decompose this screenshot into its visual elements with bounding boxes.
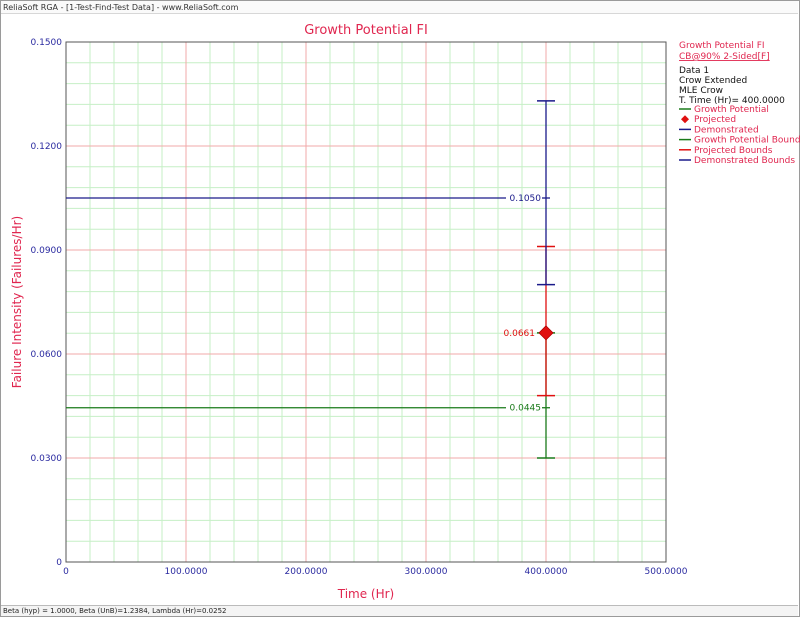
y-tick-label: 0.1500: [31, 38, 63, 48]
y-tick-label: 0: [56, 558, 62, 568]
x-tick-label: 200.0000: [285, 567, 328, 577]
plot-border: [65, 41, 667, 563]
y-tick-label: 0.1200: [31, 142, 63, 152]
legend-item-label: Projected Bounds: [694, 146, 773, 156]
legend-header: Growth Potential FI: [679, 41, 765, 51]
data-label: 0.0445: [510, 404, 542, 414]
x-tick-label: 500.0000: [645, 567, 688, 577]
y-tick-label: 0.0900: [31, 246, 63, 256]
chart-title: Growth Potential FI: [304, 23, 428, 38]
x-tick-label: 300.0000: [405, 567, 448, 577]
legend-item-label: Growth Potential Bounds: [694, 136, 800, 146]
growth-potential-chart: 0 100.0000 200.0000 300.0000 400.0000 500.000…: [10, 23, 800, 601]
chart-grid: [65, 41, 667, 563]
legend-info-model: Crow Extended: [679, 76, 747, 86]
legend-item-label: Demonstrated: [694, 125, 759, 135]
y-tick-label: 0.0300: [31, 454, 63, 464]
chart-axes: 0 100.0000 200.0000 300.0000 400.0000 500.000…: [31, 38, 688, 577]
legend-swatch: [681, 115, 689, 124]
legend-info-dataset: Data 1: [679, 66, 709, 76]
x-tick-label: 400.0000: [525, 567, 568, 577]
legend-confidence: CB@90% 2-Sided[F]: [679, 52, 770, 62]
y-tick-label: 0.0600: [31, 350, 63, 360]
x-tick-label: 100.0000: [165, 567, 208, 577]
x-axis-label: Time (Hr): [337, 587, 395, 601]
legend-item-label: Demonstrated Bounds: [694, 156, 795, 166]
status-bar: Beta (hyp) = 1.0000, Beta (UnB)=1.2384, …: [1, 605, 798, 616]
chart-data-marks: 0.0445 0.1050 0.0661: [66, 100, 555, 459]
legend-info-method: MLE Crow: [679, 86, 723, 96]
legend-items: Growth PotentialProjectedDemonstratedGro…: [679, 105, 800, 166]
legend-item-label: Projected: [694, 115, 736, 125]
x-tick-label: 0: [63, 567, 69, 577]
data-label: 0.1050: [510, 194, 542, 204]
projected-point: [538, 325, 554, 341]
data-label: 0.0661: [504, 329, 536, 339]
chart-legend: Growth Potential FI CB@90% 2-Sided[F] Da…: [678, 41, 800, 166]
legend-item-label: Growth Potential: [694, 105, 769, 115]
y-axis-label: Failure Intensity (Failures/Hr): [10, 216, 24, 388]
